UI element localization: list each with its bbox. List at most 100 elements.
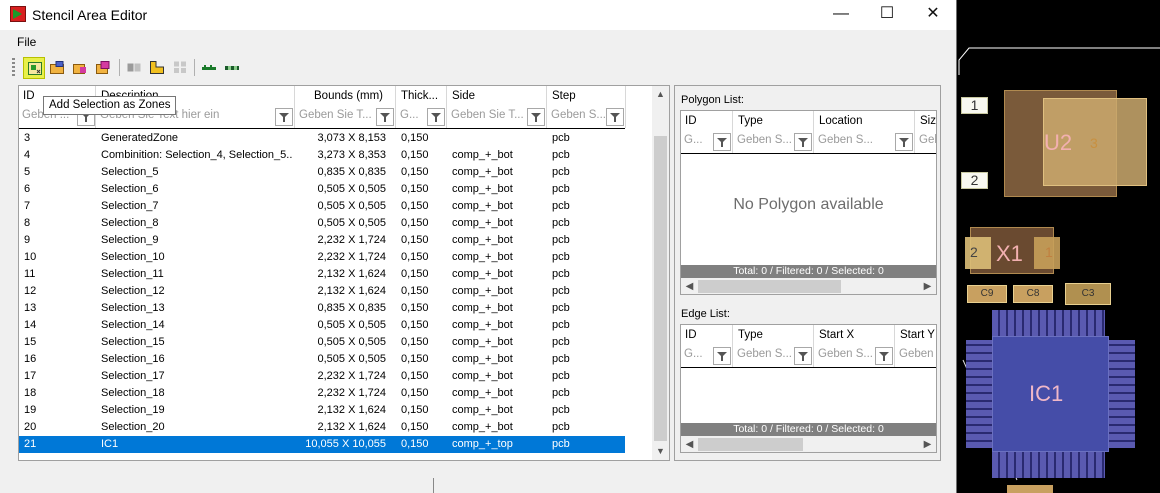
edge-filter-type-icon[interactable]: [794, 347, 812, 365]
table-row[interactable]: 9 Selection_9 2,232 X 1,724 0,150 comp_+_bot…: [19, 232, 625, 249]
cell-id: 13: [24, 302, 37, 314]
edge-horizontal-scrollbar[interactable]: ◀ ▶: [681, 436, 936, 452]
polygon-column-size[interactable]: Size Geb: [916, 111, 936, 153]
ic1-pins-left[interactable]: [966, 340, 992, 448]
polygon-filter-size-input[interactable]: Geb: [919, 134, 936, 150]
polygon-column-type[interactable]: Type Geben S...: [734, 111, 814, 153]
edge-filter-type-input[interactable]: Geben S...: [737, 348, 795, 364]
table-row[interactable]: 15 Selection_15 0,505 X 0,505 0,150 comp_+_b…: [19, 334, 625, 351]
close-button[interactable]: ✕: [910, 0, 956, 30]
filter-thickness-icon[interactable]: [427, 108, 445, 126]
polygon-filter-type-input[interactable]: Geben S...: [737, 134, 795, 150]
filter-description-icon[interactable]: [275, 108, 293, 126]
table-row[interactable]: 18 Selection_18 2,232 X 1,724 0,150 comp_+_b…: [19, 385, 625, 402]
edge-column-type[interactable]: Type Geben S...: [734, 325, 814, 367]
column-step[interactable]: Step Geben S...: [548, 86, 626, 128]
table-row[interactable]: 17 Selection_17 2,232 X 1,724 0,150 comp_+_b…: [19, 368, 625, 385]
u2-pad-2[interactable]: 2: [961, 172, 988, 189]
component-c8[interactable]: C8: [1013, 285, 1053, 303]
scroll-thumb[interactable]: [654, 136, 667, 441]
column-bounds[interactable]: Bounds (mm) Geben Sie T...: [296, 86, 396, 128]
table-row[interactable]: 11 Selection_11 2,132 X 1,624 0,150 comp_+_b…: [19, 266, 625, 283]
scroll-up-icon[interactable]: ▲: [652, 86, 669, 103]
ic1-pins-right[interactable]: [1109, 340, 1135, 448]
edge-filter-id-icon[interactable]: [713, 347, 731, 365]
pcb-canvas[interactable]: U2 1 2 3 2 1 X1 C9 C8 C3 IC1: [957, 0, 1160, 493]
filter-step-icon[interactable]: [606, 108, 624, 126]
table-row[interactable]: 7 Selection_7 0,505 X 0,505 0,150 comp_+_bot…: [19, 198, 625, 215]
cell-description: Selection_16: [101, 353, 165, 365]
scroll-left-icon[interactable]: ◀: [681, 278, 698, 294]
polygon-filter-id-input[interactable]: G...: [684, 134, 714, 150]
cell-description: Selection_7: [101, 200, 159, 212]
zone-tool-8-button[interactable]: [198, 57, 220, 79]
add-selection-zones-button[interactable]: [23, 57, 45, 79]
filter-side-input[interactable]: Geben Sie T...: [451, 109, 528, 125]
cell-bounds: 2,132 X 1,624: [317, 404, 386, 416]
filter-side-icon[interactable]: [527, 108, 545, 126]
cell-thickness: 0,150: [401, 132, 429, 144]
scroll-thumb[interactable]: [698, 280, 841, 293]
zone-tool-4-button[interactable]: [92, 57, 114, 79]
menu-file[interactable]: File: [17, 35, 36, 49]
edge-column-id[interactable]: ID G...: [681, 325, 733, 367]
component-c9[interactable]: C9: [967, 285, 1007, 303]
filter-bounds-input[interactable]: Geben Sie T...: [299, 109, 377, 125]
zone-tool-5-button[interactable]: [123, 57, 145, 79]
scroll-right-icon[interactable]: ▶: [919, 278, 936, 294]
polygon-filter-location-input[interactable]: Geben S...: [818, 134, 896, 150]
scroll-left-icon[interactable]: ◀: [681, 436, 698, 452]
table-row[interactable]: 8 Selection_8 0,505 X 0,505 0,150 comp_+_bot…: [19, 215, 625, 232]
polygon-filter-id-icon[interactable]: [713, 133, 731, 151]
column-thickness[interactable]: Thick... G...: [397, 86, 447, 128]
edge-filter-id-input[interactable]: G...: [684, 348, 714, 364]
ic1-pins-bottom[interactable]: [992, 452, 1105, 478]
ic1-pins-top[interactable]: [992, 310, 1105, 336]
minimize-button[interactable]: —: [818, 0, 864, 30]
table-row[interactable]: 16 Selection_16 0,505 X 0,505 0,150 comp_+_b…: [19, 351, 625, 368]
cell-side: comp_+_bot: [452, 217, 513, 229]
component-c3[interactable]: C3: [1065, 283, 1111, 305]
edge-filter-start-x-icon[interactable]: [875, 347, 893, 365]
cell-step: pcb: [552, 353, 570, 365]
table-row[interactable]: 10 Selection_10 2,232 X 1,724 0,150 comp_+_b…: [19, 249, 625, 266]
toolbar-grip[interactable]: [12, 58, 15, 77]
scroll-right-icon[interactable]: ▶: [919, 436, 936, 452]
filter-thickness-input[interactable]: G...: [400, 109, 428, 125]
u2-pad-1[interactable]: 1: [961, 97, 988, 114]
filter-step-input[interactable]: Geben S...: [551, 109, 607, 125]
table-row[interactable]: 12 Selection_12 2,132 X 1,624 0,150 comp_+_b…: [19, 283, 625, 300]
table-row[interactable]: 20 Selection_20 2,132 X 1,624 0,150 comp_+_b…: [19, 419, 625, 436]
table-row[interactable]: 13 Selection_13 0,835 X 0,835 0,150 comp_+_b…: [19, 300, 625, 317]
table-row[interactable]: 5 Selection_5 0,835 X 0,835 0,150 comp_+_bot…: [19, 164, 625, 181]
table-row[interactable]: 6 Selection_6 0,505 X 0,505 0,150 comp_+_bot…: [19, 181, 625, 198]
column-side[interactable]: Side Geben Sie T...: [448, 86, 547, 128]
table-vertical-scrollbar[interactable]: ▲ ▼: [652, 86, 669, 460]
maximize-button[interactable]: ☐: [864, 0, 910, 30]
polygon-filter-location-icon[interactable]: [895, 133, 913, 151]
table-row[interactable]: 14 Selection_14 0,505 X 0,505 0,150 comp_+_b…: [19, 317, 625, 334]
polygon-filter-type-icon[interactable]: [794, 133, 812, 151]
zone-tool-6-button[interactable]: [146, 57, 168, 79]
x1-pad-left[interactable]: [965, 237, 991, 269]
scroll-thumb[interactable]: [698, 438, 803, 451]
scroll-down-icon[interactable]: ▼: [652, 443, 669, 460]
polygon-column-id[interactable]: ID G...: [681, 111, 733, 153]
cell-step: pcb: [552, 285, 570, 297]
polygon-column-location[interactable]: Location Geben S...: [815, 111, 915, 153]
table-row[interactable]: 3 GeneratedZone 3,073 X 8,153 0,150 pcb: [19, 130, 625, 147]
edge-filter-start-y-input[interactable]: Geben S: [899, 348, 936, 364]
edge-column-start-x[interactable]: Start X Geben S...: [815, 325, 895, 367]
polygon-horizontal-scrollbar[interactable]: ◀ ▶: [681, 278, 936, 294]
zone-tool-3-button[interactable]: [69, 57, 91, 79]
table-row[interactable]: 4 Combinition: Selection_4, Selection_5..…: [19, 147, 625, 164]
zone-tool-7-button[interactable]: [169, 57, 191, 79]
zone-tool-2-button[interactable]: [46, 57, 68, 79]
zone-tool-9-button[interactable]: [221, 57, 243, 79]
table-row[interactable]: 19 Selection_19 2,132 X 1,624 0,150 comp_+_b…: [19, 402, 625, 419]
edge-filter-start-x-input[interactable]: Geben S...: [818, 348, 876, 364]
filter-bounds-icon[interactable]: [376, 108, 394, 126]
edge-column-start-y[interactable]: Start Y Geben S: [896, 325, 936, 367]
cell-id: 6: [24, 183, 31, 195]
table-row[interactable]: 21 IC1 10,055 X 10,055 0,150 comp_+_top pcb: [19, 436, 625, 453]
